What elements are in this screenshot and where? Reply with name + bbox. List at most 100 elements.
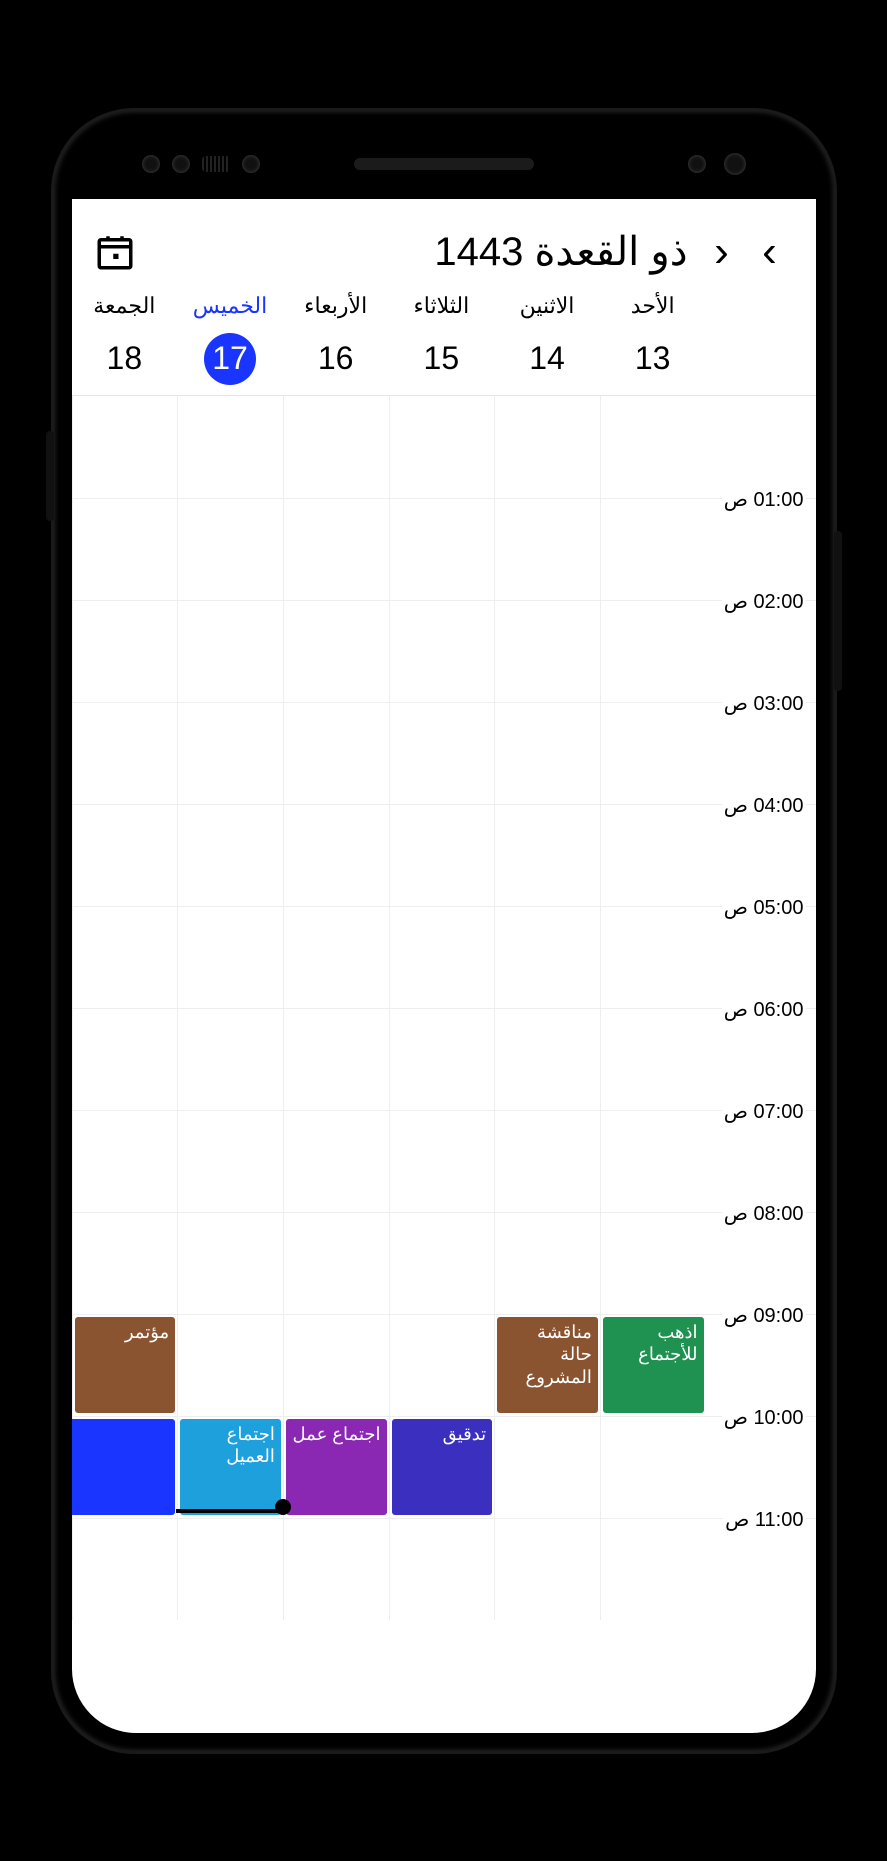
- time-slot[interactable]: [600, 804, 706, 906]
- time-slot[interactable]: [389, 600, 495, 702]
- time-slot[interactable]: [283, 600, 389, 702]
- time-slot[interactable]: [600, 396, 706, 498]
- time-slot[interactable]: [494, 1212, 600, 1314]
- time-label: 07:00 ص: [706, 1110, 816, 1212]
- day-header-3[interactable]: الأربعاء16: [283, 293, 389, 385]
- time-slot[interactable]: [600, 1008, 706, 1110]
- month-year-title[interactable]: ذو القعدة 1443: [434, 229, 687, 275]
- time-slot[interactable]: [389, 702, 495, 804]
- time-slot[interactable]: [177, 906, 283, 1008]
- time-slot[interactable]: [389, 1008, 495, 1110]
- time-slot[interactable]: [494, 702, 600, 804]
- time-slot[interactable]: [72, 498, 178, 600]
- time-slot[interactable]: [72, 600, 178, 702]
- calendar-event[interactable]: مناقشة حالة المشروع: [497, 1317, 598, 1413]
- time-slot[interactable]: [283, 1518, 389, 1620]
- time-slot[interactable]: [494, 906, 600, 1008]
- time-slot[interactable]: [72, 1518, 178, 1620]
- time-slot[interactable]: [177, 1008, 283, 1110]
- schedule-grid-wrapper[interactable]: 01:00 ص02:00 ص03:00 ص04:00 ص05:00 ص06:00…: [72, 396, 816, 1733]
- time-slot[interactable]: [600, 1416, 706, 1518]
- time-slot[interactable]: [177, 702, 283, 804]
- day-header-1[interactable]: الاثنين14: [494, 293, 600, 385]
- time-slot[interactable]: [389, 396, 495, 498]
- time-slot[interactable]: اذهب للأجتماع: [600, 1314, 706, 1416]
- time-slot[interactable]: [177, 804, 283, 906]
- time-slot[interactable]: [177, 1110, 283, 1212]
- time-slot[interactable]: [600, 600, 706, 702]
- time-slot[interactable]: [72, 1416, 178, 1518]
- time-label: 05:00 ص: [706, 906, 816, 1008]
- time-slot[interactable]: [494, 600, 600, 702]
- time-slot[interactable]: [494, 1110, 600, 1212]
- time-label: [706, 396, 816, 498]
- time-slot[interactable]: [389, 906, 495, 1008]
- time-slot[interactable]: [600, 498, 706, 600]
- time-slot[interactable]: [494, 1518, 600, 1620]
- time-slot[interactable]: [389, 804, 495, 906]
- day-header-4[interactable]: الخميس17: [177, 293, 283, 385]
- time-slot[interactable]: [494, 804, 600, 906]
- time-slot[interactable]: [72, 1212, 178, 1314]
- time-gutter-header: [706, 293, 816, 385]
- time-slot[interactable]: [600, 906, 706, 1008]
- day-of-week-label: الثلاثاء: [389, 293, 495, 319]
- time-slot[interactable]: [177, 1518, 283, 1620]
- time-slot[interactable]: [283, 1008, 389, 1110]
- time-slot[interactable]: [72, 804, 178, 906]
- time-slot[interactable]: [177, 1212, 283, 1314]
- time-slot[interactable]: [72, 906, 178, 1008]
- time-label: 08:00 ص: [706, 1212, 816, 1314]
- day-header-2[interactable]: الثلاثاء15: [389, 293, 495, 385]
- time-slot[interactable]: [72, 1008, 178, 1110]
- time-slot[interactable]: [494, 396, 600, 498]
- time-slot[interactable]: مؤتمر: [72, 1314, 178, 1416]
- next-period-button[interactable]: ›: [746, 230, 794, 274]
- time-slot[interactable]: اجتماع عمل: [283, 1416, 389, 1518]
- time-slot[interactable]: [600, 702, 706, 804]
- time-slot[interactable]: [600, 1110, 706, 1212]
- time-slot[interactable]: [389, 1212, 495, 1314]
- day-header-0[interactable]: الأحد13: [600, 293, 706, 385]
- time-slot[interactable]: [494, 498, 600, 600]
- time-slot[interactable]: [283, 1314, 389, 1416]
- time-slot[interactable]: [494, 1416, 600, 1518]
- time-slot[interactable]: [600, 1212, 706, 1314]
- time-slot[interactable]: اجتماع العميل: [177, 1416, 283, 1518]
- time-slot[interactable]: مناقشة حالة المشروع: [494, 1314, 600, 1416]
- time-slot[interactable]: [177, 396, 283, 498]
- time-slot[interactable]: [72, 702, 178, 804]
- calendar-event[interactable]: تدقيق: [392, 1419, 493, 1515]
- calendar-event[interactable]: اذهب للأجتماع: [603, 1317, 704, 1413]
- time-slot[interactable]: [283, 804, 389, 906]
- time-slot[interactable]: [389, 498, 495, 600]
- time-label: 09:00 ص: [706, 1314, 816, 1416]
- time-slot[interactable]: [600, 1518, 706, 1620]
- time-slot[interactable]: [177, 600, 283, 702]
- time-slot[interactable]: [283, 396, 389, 498]
- time-slot[interactable]: [177, 498, 283, 600]
- calendar-event[interactable]: اجتماع العميل: [180, 1419, 281, 1515]
- prev-period-button[interactable]: ‹: [698, 230, 746, 274]
- calendar-event[interactable]: اجتماع عمل: [286, 1419, 387, 1515]
- time-slot[interactable]: [389, 1314, 495, 1416]
- time-slot[interactable]: [283, 498, 389, 600]
- time-label: 10:00 ص: [706, 1416, 816, 1518]
- time-slot[interactable]: [389, 1518, 495, 1620]
- day-number: 17: [204, 333, 256, 385]
- day-header-5[interactable]: الجمعة18: [72, 293, 178, 385]
- today-calendar-icon[interactable]: [94, 231, 136, 273]
- time-slot[interactable]: [72, 396, 178, 498]
- time-slot[interactable]: [283, 1110, 389, 1212]
- time-slot[interactable]: [72, 1110, 178, 1212]
- time-slot[interactable]: [494, 1008, 600, 1110]
- time-slot[interactable]: [283, 1212, 389, 1314]
- calendar-event[interactable]: مؤتمر: [75, 1317, 176, 1413]
- time-slot[interactable]: [283, 702, 389, 804]
- time-slot[interactable]: [177, 1314, 283, 1416]
- time-slot[interactable]: [389, 1110, 495, 1212]
- calendar-event[interactable]: [72, 1419, 176, 1515]
- time-slot[interactable]: تدقيق: [389, 1416, 495, 1518]
- time-slot[interactable]: [283, 906, 389, 1008]
- day-of-week-label: الأحد: [600, 293, 706, 319]
